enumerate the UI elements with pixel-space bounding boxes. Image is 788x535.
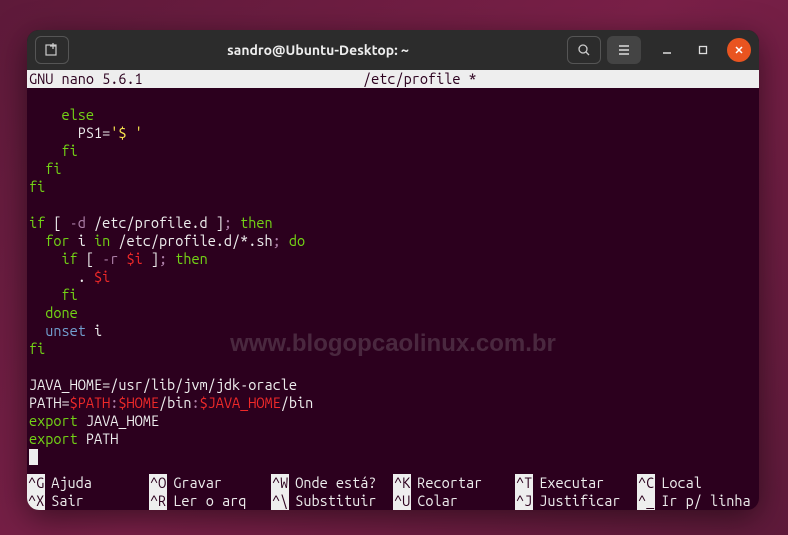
- shortcut-key: ^R: [149, 492, 167, 510]
- var-java-home: JAVA_HOME: [29, 376, 102, 393]
- shortcut-item: ^TExecutar: [515, 474, 637, 492]
- menu-button[interactable]: [607, 36, 641, 64]
- shortcut-label: Recortar: [411, 474, 515, 492]
- shortcut-key: ^T: [515, 474, 533, 492]
- shortcut-label: Colar: [411, 492, 515, 510]
- keyword-for: for: [45, 232, 69, 249]
- shortcut-key: ^U: [393, 492, 411, 510]
- shortcut-key: ^J: [515, 492, 533, 510]
- keyword-do: do: [289, 232, 305, 249]
- shortcut-key: ^K: [393, 474, 411, 492]
- shortcut-item: ^JJustificar: [515, 492, 637, 510]
- keyword-fi: fi: [29, 340, 45, 357]
- var-path: PATH: [29, 394, 61, 411]
- keyword-then: then: [240, 214, 272, 231]
- string-ps1: '$ ': [110, 124, 142, 141]
- keyword-done: done: [45, 304, 77, 321]
- keyword-fi: fi: [45, 160, 61, 177]
- flag-d: -d: [70, 214, 86, 231]
- shortcut-label: Local: [655, 474, 759, 492]
- shortcut-item: ^GAjuda: [27, 474, 149, 492]
- nano-shortcuts: ^GAjuda^OGravar^WOnde está?^KRecortar^TE…: [27, 474, 759, 510]
- shortcut-key: ^G: [27, 474, 45, 492]
- shortcut-item: ^KRecortar: [393, 474, 515, 492]
- editor-content[interactable]: else PS1='$ ' fi fi fi if [ -d /etc/prof…: [27, 88, 759, 466]
- shortcut-label: Justificar: [533, 492, 637, 510]
- shortcut-label: Sair: [45, 492, 149, 510]
- keyword-then: then: [175, 250, 207, 267]
- shortcut-key: ^\: [271, 492, 289, 510]
- keyword-fi: fi: [61, 142, 77, 159]
- terminal-body[interactable]: GNU nano 5.6.1 /etc/profile * else PS1='…: [27, 70, 759, 510]
- shortcut-key: ^_: [637, 492, 655, 510]
- shortcut-label: Substituir: [289, 492, 393, 510]
- keyword-if: if: [61, 250, 77, 267]
- shortcut-item: ^XSair: [27, 492, 149, 510]
- keyword-else: else: [61, 106, 93, 123]
- shortcut-item: ^CLocal: [637, 474, 759, 492]
- shortcut-label: Onde está?: [289, 474, 393, 492]
- shortcut-key: ^X: [27, 492, 45, 510]
- keyword-in: in: [94, 232, 110, 249]
- titlebar: sandro@Ubuntu-Desktop: ~: [27, 30, 759, 70]
- search-button[interactable]: [567, 36, 601, 64]
- keyword-export: export: [29, 430, 78, 447]
- shortcut-key: ^O: [149, 474, 167, 492]
- shortcut-item: ^_Ir p/ linha: [637, 492, 759, 510]
- keyword-export: export: [29, 412, 78, 429]
- shortcut-label: Executar: [533, 474, 637, 492]
- shortcut-item: ^RLer o arq: [149, 492, 271, 510]
- minimize-button[interactable]: [655, 38, 679, 62]
- terminal-window: sandro@Ubuntu-Desktop: ~ GNU nano 5.6.1 …: [27, 30, 759, 510]
- window-title: sandro@Ubuntu-Desktop: ~: [75, 42, 561, 58]
- shortcut-key: ^C: [637, 474, 655, 492]
- shortcut-label: Ajuda: [45, 474, 149, 492]
- var-i: $i: [126, 250, 142, 267]
- keyword-fi: fi: [61, 286, 77, 303]
- shortcut-item: ^UColar: [393, 492, 515, 510]
- shortcut-key: ^W: [271, 474, 289, 492]
- var-i: $i: [94, 268, 110, 285]
- nano-file-name: /etc/profile *: [143, 70, 697, 88]
- nano-app-name: GNU nano 5.6.1: [29, 70, 143, 88]
- shortcut-item: ^OGravar: [149, 474, 271, 492]
- nano-header: GNU nano 5.6.1 /etc/profile *: [27, 70, 759, 88]
- shortcut-item: ^WOnde está?: [271, 474, 393, 492]
- shortcut-label: Gravar: [167, 474, 271, 492]
- close-button[interactable]: [727, 38, 751, 62]
- maximize-button[interactable]: [691, 38, 715, 62]
- keyword-fi: fi: [29, 178, 45, 195]
- keyword-if: if: [29, 214, 45, 231]
- flag-r: -r: [102, 250, 118, 267]
- keyword-unset: unset: [45, 322, 86, 339]
- cursor: [29, 449, 38, 465]
- shortcut-label: Ir p/ linha: [655, 492, 759, 510]
- shortcut-item: ^\Substituir: [271, 492, 393, 510]
- shortcut-label: Ler o arq: [167, 492, 271, 510]
- var-ps1: PS1: [78, 124, 102, 141]
- new-tab-button[interactable]: [35, 36, 69, 64]
- window-controls: [655, 38, 751, 62]
